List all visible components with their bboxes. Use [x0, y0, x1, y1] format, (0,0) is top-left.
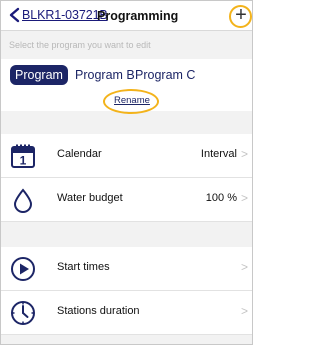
clock-icon [11, 301, 35, 325]
chevron-left-icon [9, 7, 20, 23]
tab-program-c[interactable]: Program C [135, 65, 195, 85]
app-screen: BLKR1-03721B Programming + Select the pr… [0, 0, 253, 345]
add-program-button[interactable]: + [233, 3, 249, 27]
row-label: Start times [57, 261, 110, 273]
chevron-right-icon: > [240, 147, 248, 161]
nav-header: BLKR1-03721B Programming + [1, 1, 252, 31]
section-spacer [1, 119, 252, 133]
chevron-right-icon: > [240, 304, 248, 318]
svg-text:1: 1 [20, 154, 27, 168]
calendar-icon: 1 [11, 144, 35, 168]
instruction-text: Select the program you want to edit [9, 40, 151, 50]
chevron-right-icon: > [240, 260, 248, 274]
calendar-row[interactable]: 1 Calendar Interval > [1, 134, 252, 178]
water-budget-row[interactable]: Water budget 100 % > [1, 178, 252, 222]
play-circle-icon [11, 257, 35, 281]
tab-program-a[interactable]: Program A [10, 65, 68, 102]
row-label: Stations duration [57, 305, 140, 317]
section-spacer [1, 336, 252, 344]
back-button[interactable]: BLKR1-03721B [8, 7, 108, 23]
chevron-right-icon: > [240, 191, 248, 205]
start-times-row[interactable]: Start times > [1, 247, 252, 291]
tab-program-b[interactable]: Program B [75, 65, 135, 85]
back-label[interactable]: BLKR1-03721B [22, 8, 108, 22]
water-drop-icon [13, 188, 33, 213]
rename-link[interactable]: Rename [114, 95, 150, 106]
section-spacer [1, 223, 252, 247]
row-value: 100 % [205, 192, 237, 204]
row-value: Interval [200, 148, 237, 160]
stations-duration-row[interactable]: Stations duration > [1, 291, 252, 335]
row-label: Calendar [57, 148, 102, 160]
page-title: Programming [97, 9, 179, 23]
row-label: Water budget [57, 192, 123, 204]
